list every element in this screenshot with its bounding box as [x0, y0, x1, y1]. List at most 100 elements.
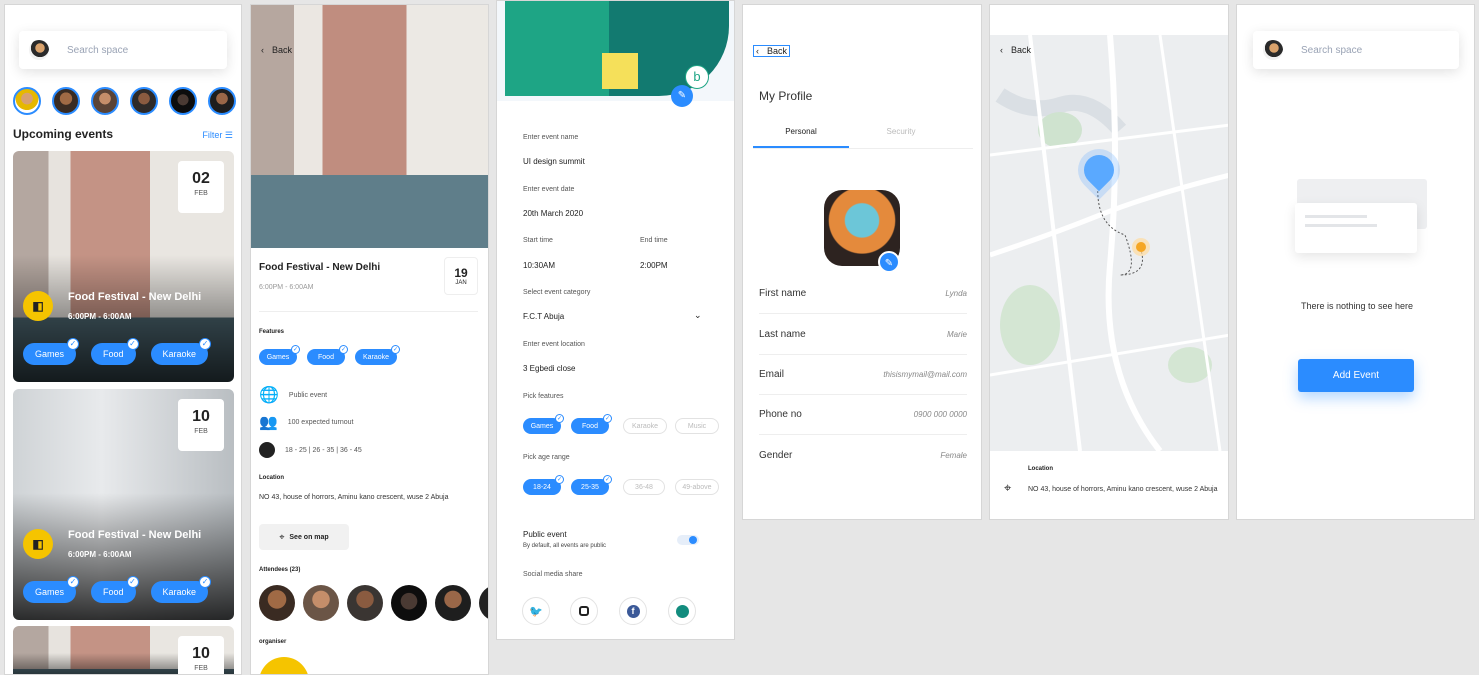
- feature-food[interactable]: Food ✓: [571, 414, 612, 434]
- feature-chips: Games ✓ Food ✓ Karaoke ✓: [23, 338, 212, 365]
- feature-music[interactable]: Music: [675, 418, 719, 434]
- profile-row[interactable]: Last name Marie: [759, 315, 967, 355]
- facebook-icon[interactable]: f: [619, 597, 647, 625]
- event-title: Food Festival - New Delhi: [259, 262, 381, 273]
- check-icon: ✓: [126, 576, 139, 588]
- see-on-map-button[interactable]: ⌖ See on map: [259, 524, 349, 550]
- instagram-icon[interactable]: [570, 597, 598, 625]
- whatsapp-icon[interactable]: [668, 597, 696, 625]
- chip-food[interactable]: Food ✓: [307, 345, 348, 365]
- feature-chips: Games ✓ Food ✓ Karaoke ✓: [23, 576, 212, 603]
- chevron-left-icon: ‹: [261, 45, 264, 55]
- profile-screen: ‹ Back My Profile Personal Security ✎ Fir…: [742, 4, 982, 520]
- age-25-35[interactable]: 25-35 ✓: [571, 475, 612, 495]
- section-title: Upcoming events: [13, 127, 114, 141]
- twitter-icon[interactable]: 🐦: [522, 597, 550, 625]
- profile-row[interactable]: First name Lynda: [759, 274, 967, 314]
- map-screen: ‹ Back Location ⌖ NO 43, house of horrors…: [989, 4, 1229, 520]
- brand-logo-icon: b: [685, 65, 709, 89]
- chip-games[interactable]: Games ✓: [259, 345, 300, 365]
- pencil-icon: ✎: [884, 258, 894, 269]
- category-select[interactable]: F.C.T Abuja: [523, 312, 564, 321]
- people-icon: 👥: [259, 414, 278, 431]
- attendee-avatar[interactable]: [479, 585, 488, 621]
- attendee-avatar[interactable]: [435, 585, 471, 621]
- user-avatar[interactable]: [1263, 40, 1283, 60]
- public-event-toggle[interactable]: [677, 535, 699, 545]
- end-time-label: End time: [640, 237, 668, 244]
- map-view[interactable]: [990, 35, 1228, 451]
- feature-karaoke[interactable]: Karaoke: [623, 418, 667, 434]
- chip-food[interactable]: Food ✓: [91, 576, 139, 603]
- age-range-label: Pick age range: [523, 454, 570, 461]
- search-input[interactable]: Search space: [67, 45, 128, 56]
- event-detail-screen: ‹ Back Food Festival - New Delhi 6:00PM -…: [250, 4, 489, 675]
- end-time-input[interactable]: 2:00PM: [640, 261, 668, 270]
- check-icon: ✓: [555, 414, 564, 423]
- attendees-label: Attendees (23): [259, 567, 301, 573]
- location-input[interactable]: 3 Egbedi close: [523, 364, 575, 373]
- chevron-down-icon[interactable]: ⌄: [694, 310, 702, 321]
- create-event-screen: b ✎ Enter event name UI design summit En…: [496, 0, 735, 640]
- story-avatar[interactable]: [52, 87, 80, 115]
- attendee-avatar[interactable]: [259, 585, 295, 621]
- empty-message: There is nothing to see here: [1300, 301, 1414, 311]
- category-label: Select event category: [523, 289, 591, 296]
- event-card[interactable]: 10 FEB: [13, 626, 234, 674]
- search-input[interactable]: Search space: [1301, 45, 1362, 56]
- feature-games[interactable]: Games ✓: [523, 414, 564, 434]
- age-36-48[interactable]: 36-48: [623, 479, 665, 495]
- profile-row[interactable]: Gender Female: [759, 435, 967, 475]
- chip-food[interactable]: Food ✓: [91, 338, 139, 365]
- event-time: 6:00PM - 6:00AM: [259, 284, 314, 291]
- chevron-left-icon: ‹: [756, 46, 759, 56]
- pencil-icon: ✎: [677, 90, 687, 101]
- add-event-button[interactable]: Add Event: [1298, 359, 1414, 392]
- address: NO 43, house of horrors, Aminu kano cres…: [1028, 486, 1218, 493]
- search-bar[interactable]: Search space: [19, 31, 227, 69]
- chip-karaoke[interactable]: Karaoke ✓: [150, 338, 212, 365]
- story-avatar[interactable]: [169, 87, 197, 115]
- story-avatar[interactable]: [208, 87, 236, 115]
- story-avatar[interactable]: [130, 87, 158, 115]
- check-icon: ✓: [67, 576, 80, 588]
- event-card[interactable]: 02 FEB ◧ Food Festival - New Delhi 6:00PM…: [13, 151, 234, 382]
- chip-karaoke[interactable]: Karaoke ✓: [355, 345, 400, 365]
- chip-games[interactable]: Games ✓: [23, 338, 80, 365]
- filter-button[interactable]: Filter ☰: [202, 130, 233, 141]
- search-bar[interactable]: Search space: [1253, 31, 1459, 69]
- attendee-avatar[interactable]: [303, 585, 339, 621]
- story-avatar[interactable]: [13, 87, 41, 115]
- attendee-avatar[interactable]: [391, 585, 427, 621]
- story-avatar[interactable]: [91, 87, 119, 115]
- edit-cover-button[interactable]: ✎: [671, 85, 693, 107]
- start-time-input[interactable]: 10:30AM: [523, 261, 555, 270]
- social-share-label: Social media share: [523, 571, 583, 578]
- back-button[interactable]: ‹ Back: [261, 45, 292, 55]
- age-18-24[interactable]: 18-24 ✓: [523, 475, 564, 495]
- attendees-row: [259, 585, 488, 621]
- edit-avatar-button[interactable]: ✎: [878, 251, 900, 273]
- event-name-input[interactable]: UI design summit: [523, 157, 585, 166]
- check-icon: ✓: [199, 338, 212, 350]
- profile-row[interactable]: Phone no 0900 000 0000: [759, 395, 967, 435]
- globe-icon: 🌐: [259, 387, 279, 404]
- back-button[interactable]: ‹ Back: [1000, 45, 1031, 55]
- attendee-avatar[interactable]: [347, 585, 383, 621]
- organiser-logo-icon[interactable]: [259, 657, 309, 674]
- empty-state-screen: Search space There is nothing to see her…: [1236, 4, 1475, 520]
- profile-row[interactable]: Email thisismymail@mail.com: [759, 355, 967, 395]
- event-date-input[interactable]: 20th March 2020: [523, 209, 583, 218]
- chip-karaoke[interactable]: Karaoke ✓: [150, 576, 212, 603]
- age-49-above[interactable]: 49-above: [675, 479, 719, 495]
- chevron-left-icon: ‹: [1000, 45, 1003, 55]
- event-hero-image: [251, 5, 488, 248]
- chip-games[interactable]: Games ✓: [23, 576, 80, 603]
- tab-personal[interactable]: Personal: [753, 127, 849, 136]
- divider: [259, 311, 478, 312]
- event-card[interactable]: 10 FEB ◧ Food Festival - New Delhi 6:00PM…: [13, 389, 234, 620]
- back-button[interactable]: ‹ Back: [753, 45, 791, 57]
- map-roads: [990, 35, 1228, 451]
- user-avatar[interactable]: [29, 40, 49, 60]
- tab-security[interactable]: Security: [853, 127, 949, 136]
